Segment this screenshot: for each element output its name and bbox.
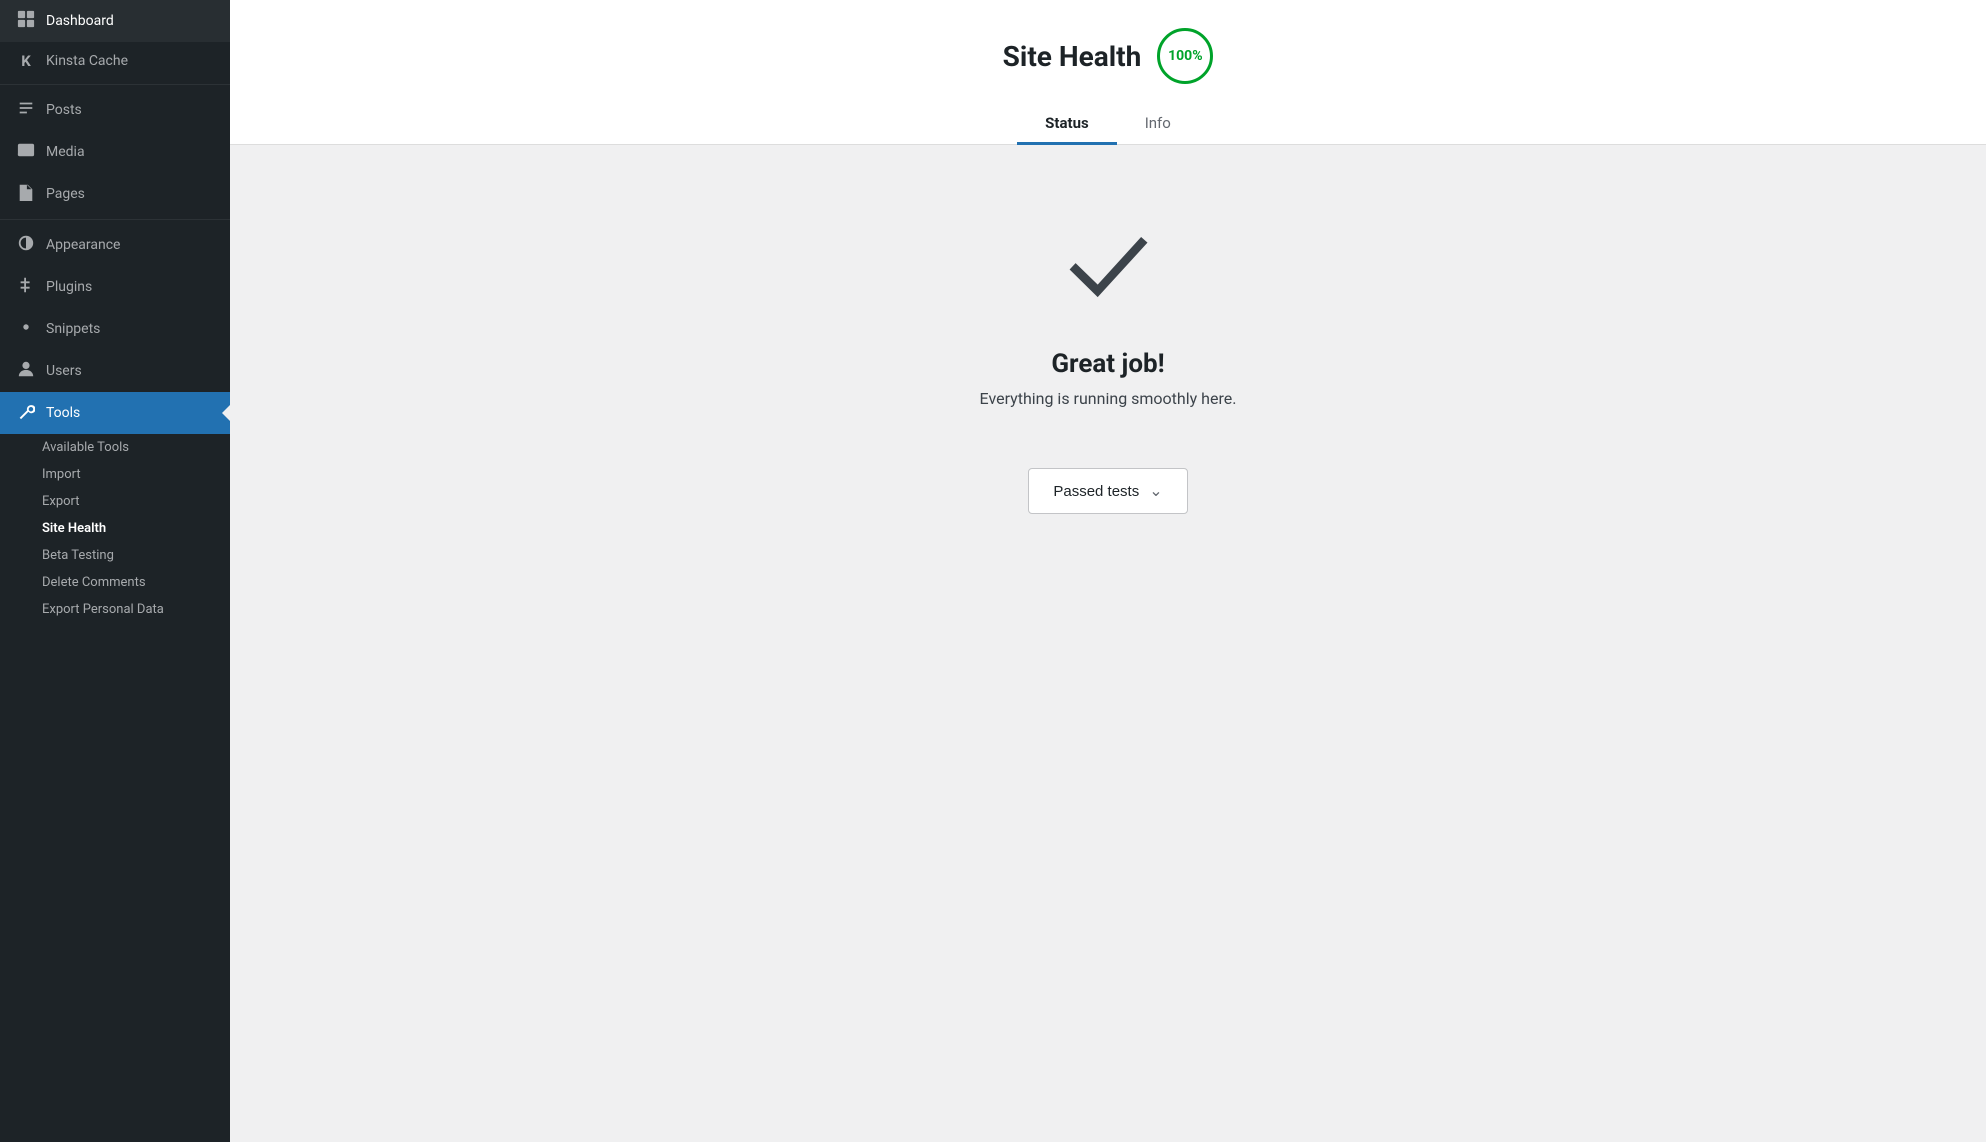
sidebar-item-users[interactable]: Users (0, 350, 230, 392)
sidebar-label-users: Users (46, 363, 82, 379)
posts-icon (16, 99, 36, 121)
site-health-content: ✓ Great job! Everything is running smoot… (230, 145, 1986, 1142)
sidebar-label-posts: Posts (46, 102, 82, 118)
sidebar-label-pages: Pages (46, 186, 85, 202)
main-content: Site Health 100% Status Info ✓ Great job… (230, 0, 1986, 1142)
sidebar-item-posts[interactable]: Posts (0, 89, 230, 131)
media-icon (16, 141, 36, 163)
sidebar-subitem-export-personal-data[interactable]: Export Personal Data (0, 596, 230, 623)
tabs: Status Info (1017, 104, 1199, 144)
page-header: Site Health 100% Status Info (230, 0, 1986, 145)
sidebar-label-snippets: Snippets (46, 321, 100, 337)
sidebar: Dashboard K Kinsta Cache Posts Media Pag… (0, 0, 230, 1142)
sidebar-separator-2 (0, 219, 230, 220)
sidebar-subitem-beta-testing[interactable]: Beta Testing (0, 542, 230, 569)
checkmark-icon: ✓ (1066, 205, 1150, 325)
health-badge: 100% (1157, 28, 1213, 84)
passed-tests-button[interactable]: Passed tests ⌄ (1028, 468, 1187, 514)
snippets-icon (16, 318, 36, 340)
sidebar-label-appearance: Appearance (46, 237, 120, 253)
sidebar-item-media[interactable]: Media (0, 131, 230, 173)
page-title: Site Health (1003, 40, 1142, 73)
passed-tests-label: Passed tests (1053, 483, 1139, 500)
sidebar-subitem-site-health[interactable]: Site Health (0, 515, 230, 542)
sidebar-item-tools[interactable]: Tools (0, 392, 230, 434)
dashboard-icon (16, 10, 36, 32)
sidebar-label-dashboard: Dashboard (46, 13, 114, 29)
plugins-icon (16, 276, 36, 298)
sidebar-item-pages[interactable]: Pages (0, 173, 230, 215)
users-icon (16, 360, 36, 382)
tab-info[interactable]: Info (1117, 104, 1199, 145)
sidebar-item-plugins[interactable]: Plugins (0, 266, 230, 308)
sidebar-subitem-export[interactable]: Export (0, 488, 230, 515)
tab-status[interactable]: Status (1017, 104, 1117, 145)
sidebar-subitem-import[interactable]: Import (0, 461, 230, 488)
sidebar-separator-1 (0, 84, 230, 85)
great-job-subtitle: Everything is running smoothly here. (980, 389, 1237, 408)
sidebar-subitem-available-tools[interactable]: Available Tools (0, 434, 230, 461)
sidebar-label-kinsta-cache: Kinsta Cache (46, 53, 128, 69)
sidebar-label-tools: Tools (46, 405, 80, 421)
sidebar-item-dashboard[interactable]: Dashboard (0, 0, 230, 42)
sidebar-item-snippets[interactable]: Snippets (0, 308, 230, 350)
kinsta-icon: K (16, 52, 36, 70)
sidebar-item-kinsta-cache[interactable]: K Kinsta Cache (0, 42, 230, 80)
sidebar-subitem-delete-comments[interactable]: Delete Comments (0, 569, 230, 596)
pages-icon (16, 183, 36, 205)
sidebar-label-media: Media (46, 144, 85, 160)
appearance-icon (16, 234, 36, 256)
page-title-row: Site Health 100% (1003, 28, 1214, 84)
tools-icon (16, 402, 36, 424)
great-job-title: Great job! (1051, 349, 1164, 379)
chevron-down-icon: ⌄ (1149, 481, 1162, 501)
sidebar-label-plugins: Plugins (46, 279, 92, 295)
sidebar-item-appearance[interactable]: Appearance (0, 224, 230, 266)
